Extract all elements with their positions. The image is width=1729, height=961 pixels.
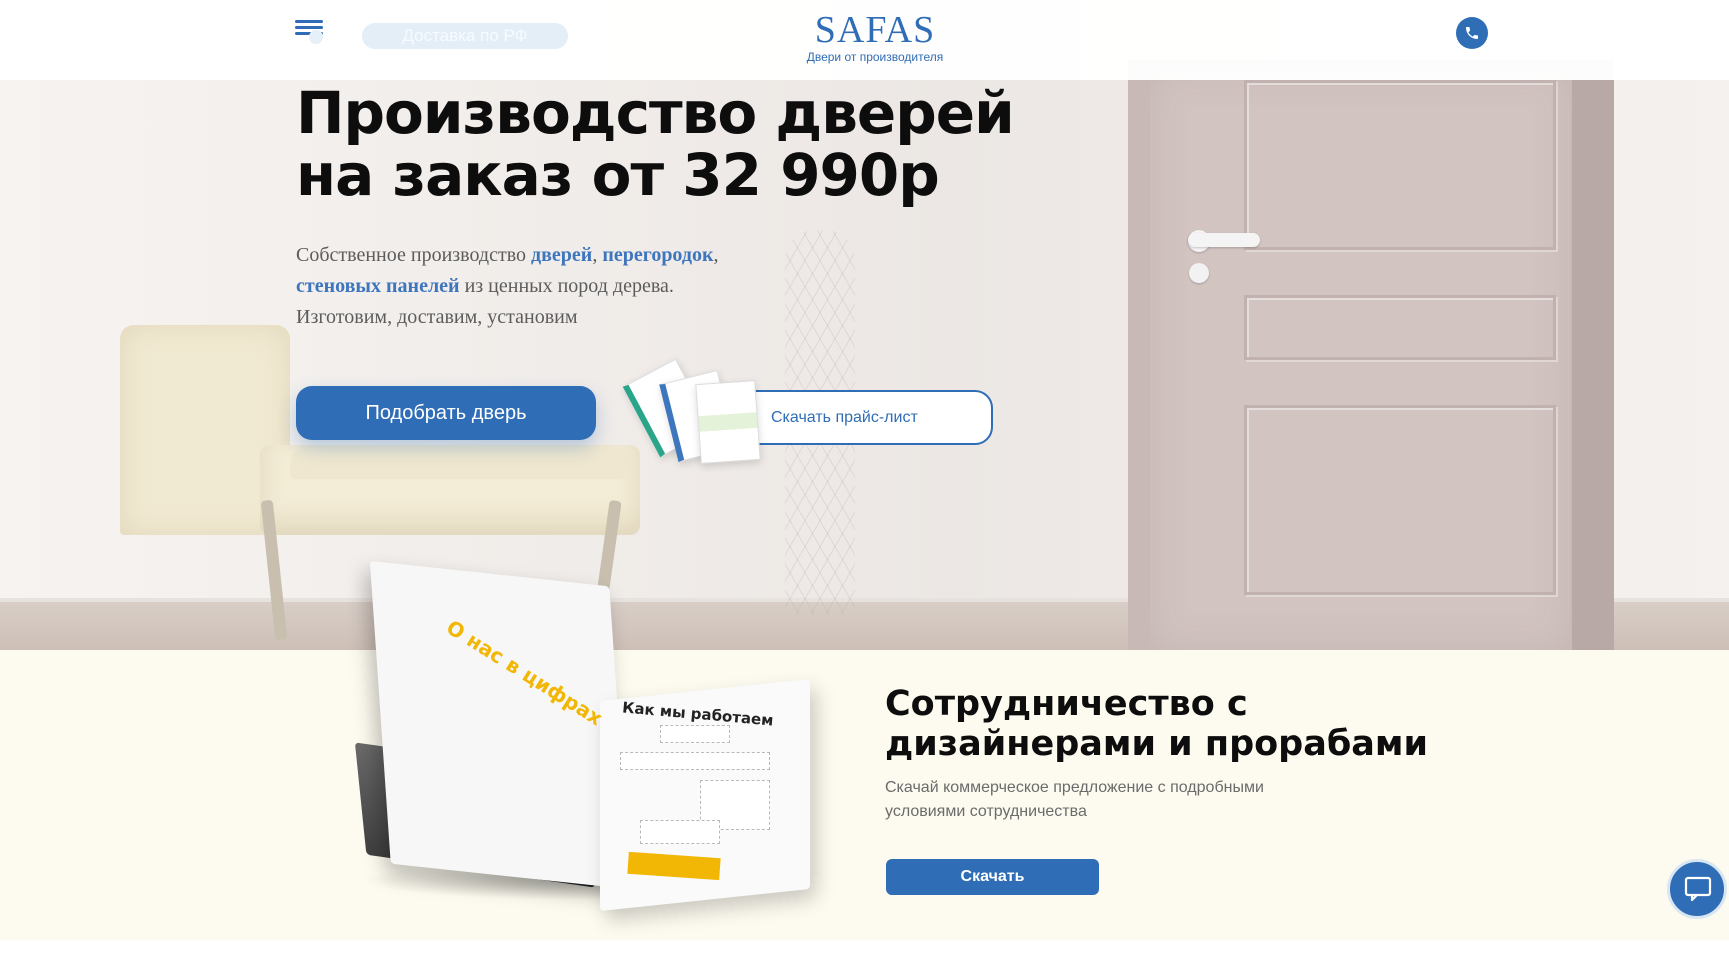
choose-door-button[interactable]: Подобрать дверь [296,386,596,440]
hero-desc-suffix: из ценных пород дерева. [459,275,674,297]
chat-icon[interactable] [1667,859,1727,919]
door-panel [1244,295,1556,360]
hero-description: Собственное производство дверей, перегор… [296,244,719,328]
download-offer-button[interactable]: Скачать [886,859,1099,895]
door-frame-edge [1572,60,1614,650]
phone-icon[interactable] [1456,17,1488,49]
delivery-badge[interactable]: Доставка по РФ [362,23,568,49]
link-doors[interactable]: дверей [531,244,592,266]
hero-title: Производство дверей на заказ от 32 990р [296,79,1015,209]
logo[interactable]: SAFAS Двери от производителя [790,8,960,64]
link-partitions[interactable]: перегородок [602,244,713,266]
logo-title: SAFAS [814,9,936,51]
hero-desc-prefix: Собственное производство [296,244,531,266]
link-wall-panels[interactable]: стеновых панелей [296,275,460,297]
menu-icon[interactable] [295,20,325,44]
booklet-flow-box [640,820,720,844]
cooperation-description: Скачай коммерческое предложение с подроб… [885,779,1264,820]
door-lock [1189,263,1209,283]
hero-desc-line3: Изготовим, доставим, установим [296,306,578,328]
armchair-arm [290,445,630,479]
door-panel [1244,80,1556,250]
logo-subtitle: Двери от производителя [806,50,944,64]
price-list-documents-icon [622,358,768,464]
cooperation-title: Сотрудничество с дизайнерами и прорабами [885,684,1429,764]
door-panel [1244,405,1556,595]
booklet-flow-box [660,725,730,743]
booklet-flow-box [620,752,770,770]
door-handle [1188,233,1260,247]
cooperation-section [0,650,1729,940]
site-header: Доставка по РФ SAFAS Двери от производит… [0,0,1729,80]
